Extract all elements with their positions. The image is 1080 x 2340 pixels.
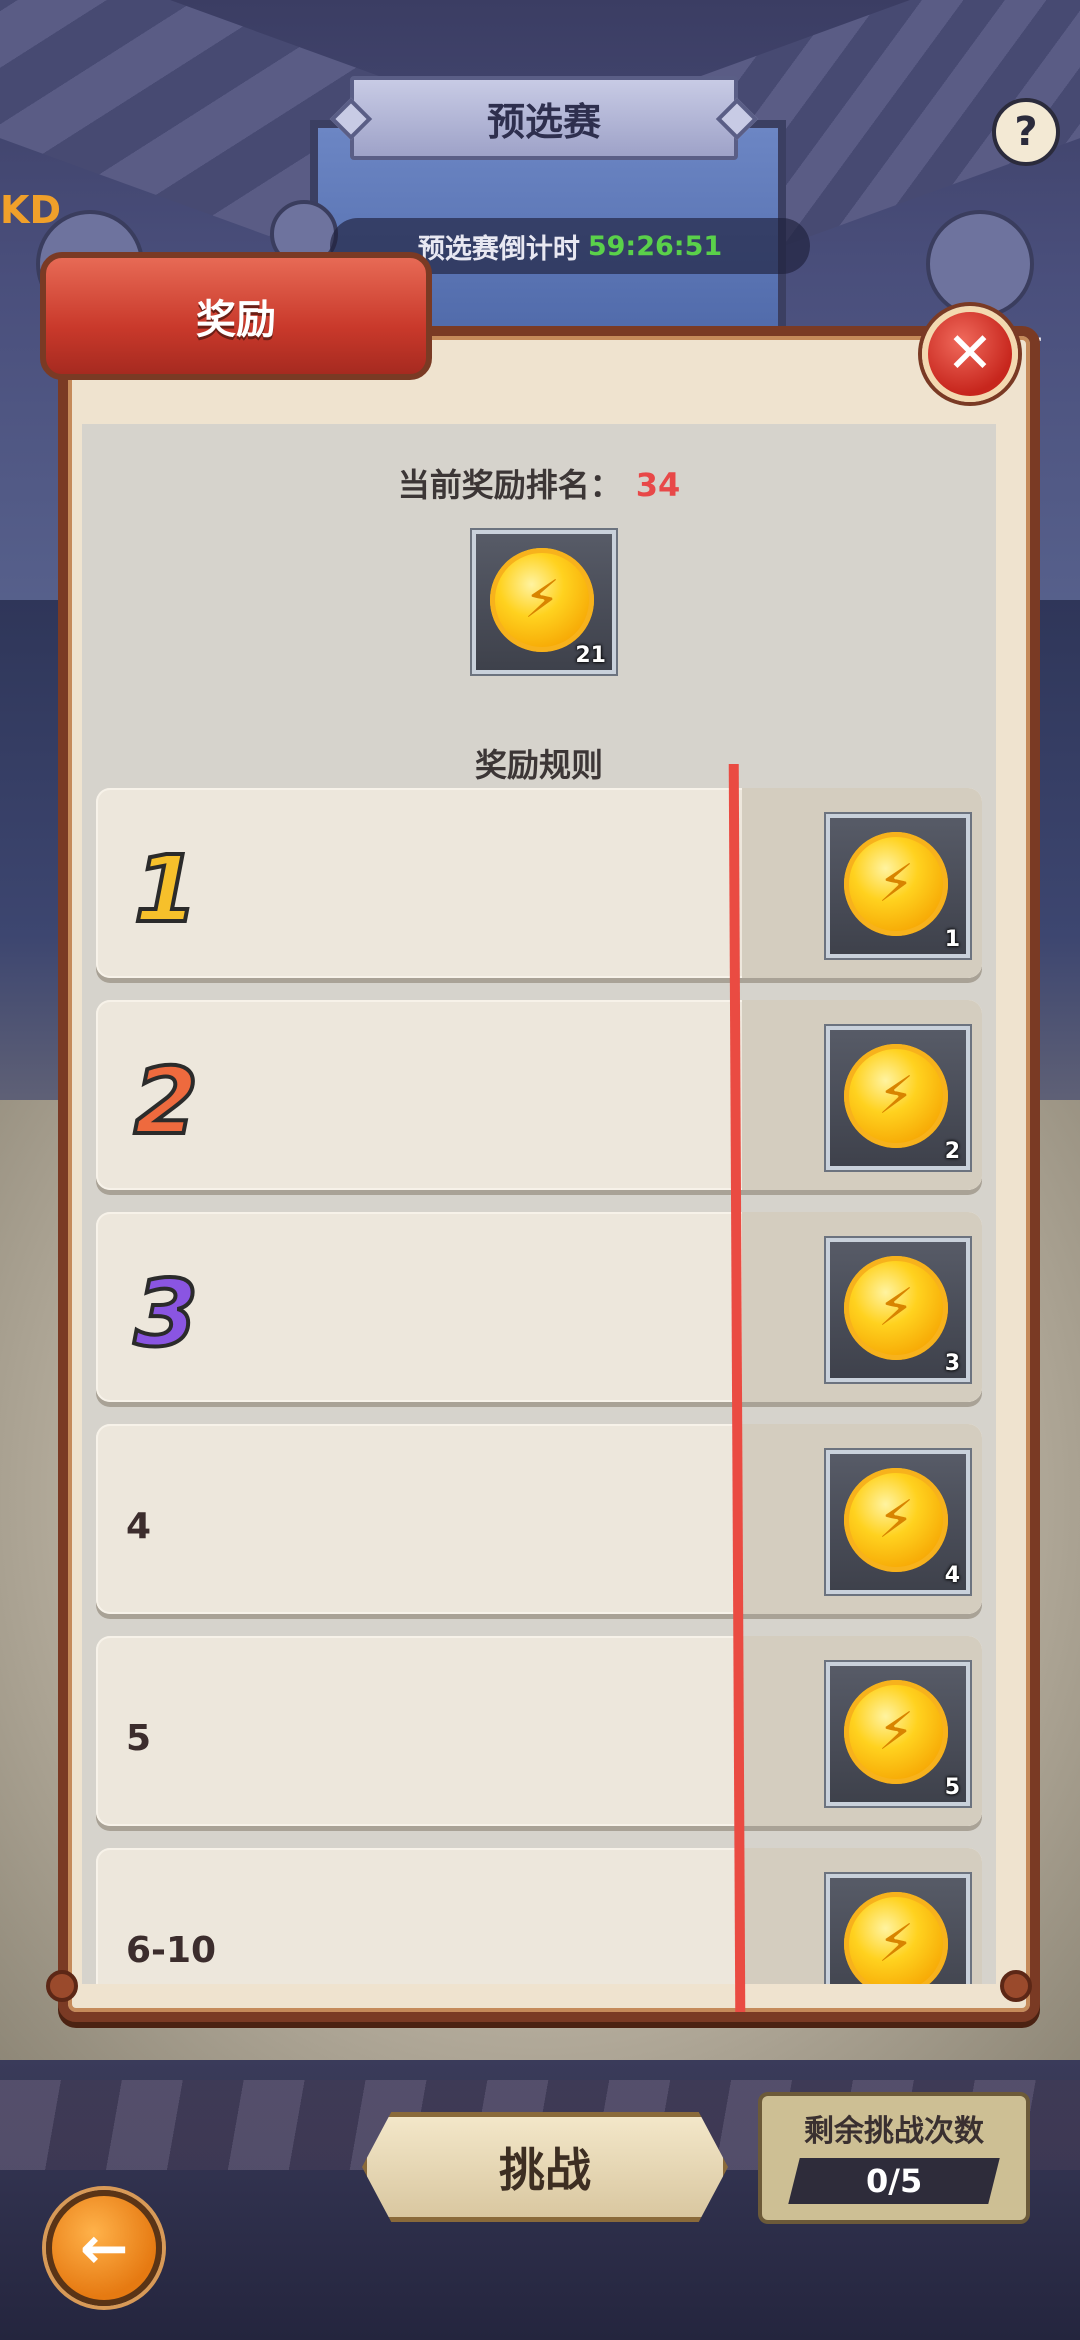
reward-row: 3 ⚡ 3 <box>96 1212 982 1402</box>
reward-item-slot[interactable]: ⚡ 3 <box>826 1238 970 1382</box>
countdown-label: 预选赛倒计时 <box>417 233 580 265</box>
gold-coin-icon: ⚡ <box>844 1468 948 1572</box>
reward-row: 1 ⚡ 1 <box>96 788 982 978</box>
rules-title: 奖励规则 <box>474 746 603 784</box>
help-button[interactable]: ? <box>992 98 1060 166</box>
countdown-timer: 59:26:51 <box>587 230 723 262</box>
reward-item-slot[interactable]: ⚡ 4 <box>826 1450 970 1594</box>
current-reward-slot[interactable]: ⚡ 21 <box>472 530 616 674</box>
rank-label: 4 <box>126 1506 152 1547</box>
challenge-button[interactable]: 挑战 <box>362 2112 728 2222</box>
back-arrow-icon: ← <box>79 2214 129 2282</box>
attempts-count: 0/5 <box>865 2162 923 2200</box>
item-quantity: 4 <box>944 1563 960 1588</box>
frame-rivet-right <box>1000 1970 1032 2002</box>
gold-coin-icon: ⚡ <box>490 548 594 652</box>
page-title: 预选赛 <box>350 76 738 160</box>
reward-row: 4 ⚡ 4 <box>96 1424 982 1614</box>
current-rank-label: 当前奖励排名： <box>397 466 622 504</box>
back-button[interactable]: ← <box>46 2190 162 2306</box>
reward-row: 2 ⚡ 2 <box>96 1000 982 1190</box>
gold-coin-icon: ⚡ <box>844 1044 948 1148</box>
item-quantity: 3 <box>944 1351 960 1376</box>
item-quantity: 2 <box>944 1139 960 1164</box>
item-quantity: 1 <box>944 927 960 952</box>
attempts-value: 0/5 <box>788 2158 1000 2204</box>
reward-item-slot[interactable]: ⚡ 2 <box>826 1026 970 1170</box>
reward-item-slot[interactable]: ⚡ 5 <box>826 1662 970 1806</box>
gold-coin-icon: ⚡ <box>844 1256 948 1360</box>
reward-row: 6-10 ⚡ <box>96 1848 982 1984</box>
attempts-label: 剩余挑战次数 <box>804 2114 984 2149</box>
reward-item-slot[interactable]: ⚡ 1 <box>826 814 970 958</box>
reward-tab[interactable]: 奖励 <box>40 252 432 380</box>
rank-badge-purple: 3 <box>132 1260 200 1367</box>
gold-coin-icon: ⚡ <box>844 832 948 936</box>
rank-label: 5 <box>126 1718 152 1759</box>
attempts-panel: 剩余挑战次数 0/5 <box>758 2092 1030 2224</box>
current-rank-value: 34 <box>635 466 681 504</box>
rank-badge-gold: 1 <box>132 836 200 943</box>
modal-content: 当前奖励排名：34 ⚡ 21 奖励规则 1 ⚡ 1 2 ⚡ 2 3 ⚡ 3 4 <box>82 424 996 1984</box>
item-quantity: 21 <box>575 643 606 668</box>
reward-item-slot[interactable]: ⚡ <box>826 1874 970 1984</box>
gold-coin-icon: ⚡ <box>844 1892 948 1984</box>
reward-row: 5 ⚡ 5 <box>96 1636 982 1826</box>
rank-label: 6-10 <box>126 1930 217 1971</box>
frame-rivet-left <box>46 1970 78 2002</box>
shop-icon[interactable] <box>926 210 1034 318</box>
gold-coin-icon: ⚡ <box>844 1680 948 1784</box>
close-button[interactable]: ✕ <box>922 306 1018 402</box>
item-quantity: 5 <box>944 1775 960 1800</box>
rank-badge-orange: 2 <box>132 1048 200 1155</box>
current-rank-line: 当前奖励排名： 34 <box>82 460 996 506</box>
